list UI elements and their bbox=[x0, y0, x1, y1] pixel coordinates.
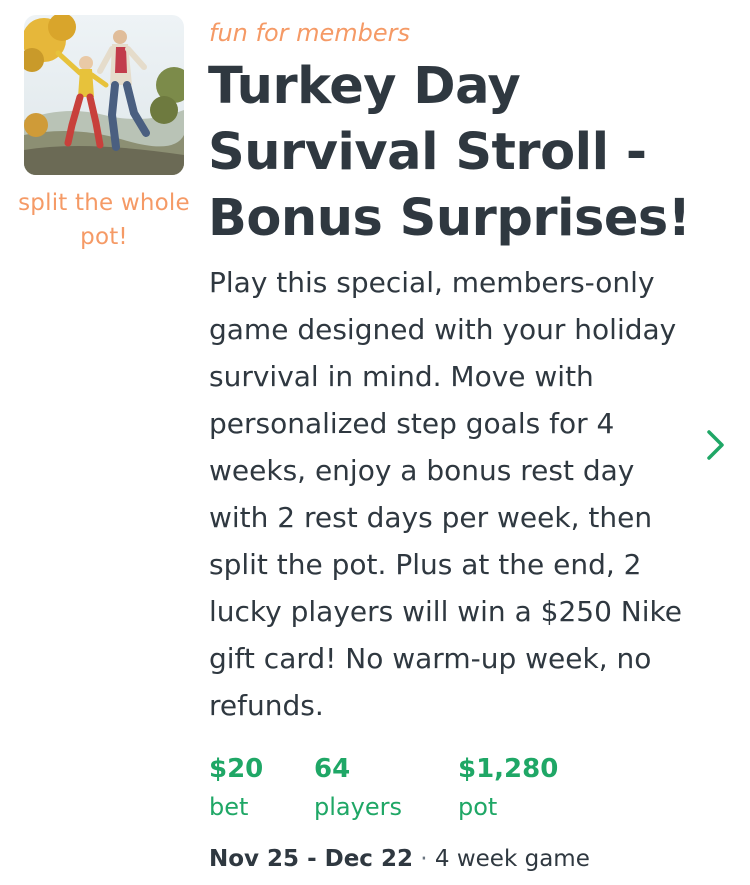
stat-players: 64 players bbox=[314, 750, 402, 826]
bet-label: bet bbox=[209, 793, 249, 821]
bet-value: $20 bbox=[209, 754, 264, 784]
chevron-right-icon[interactable] bbox=[700, 426, 730, 464]
thumbnail-caption: split the whole pot! bbox=[18, 190, 190, 250]
pot-label: pot bbox=[458, 793, 498, 821]
players-value: 64 bbox=[314, 754, 351, 784]
stat-bet: $20 bet bbox=[209, 750, 263, 826]
game-thumbnail bbox=[24, 15, 184, 175]
date-range: Nov 25 - Dec 22 bbox=[209, 846, 413, 872]
game-card[interactable]: split the whole pot! fun for members Tur… bbox=[0, 0, 750, 885]
pot-value: $1,280 bbox=[458, 754, 559, 784]
couple-walking-photo bbox=[24, 15, 184, 175]
separator-dot: · bbox=[420, 846, 428, 872]
game-description: Play this special, members-only game des… bbox=[209, 266, 682, 722]
stat-pot: $1,280 pot bbox=[458, 750, 558, 826]
game-duration: 4 week game bbox=[434, 846, 590, 872]
players-label: players bbox=[314, 793, 402, 821]
eyebrow-label: fun for members bbox=[209, 19, 411, 47]
game-title[interactable]: Turkey Day Survival Stroll - Bonus Surpr… bbox=[208, 54, 708, 252]
game-schedule: Nov 25 - Dec 22 · 4 week game bbox=[209, 842, 590, 876]
